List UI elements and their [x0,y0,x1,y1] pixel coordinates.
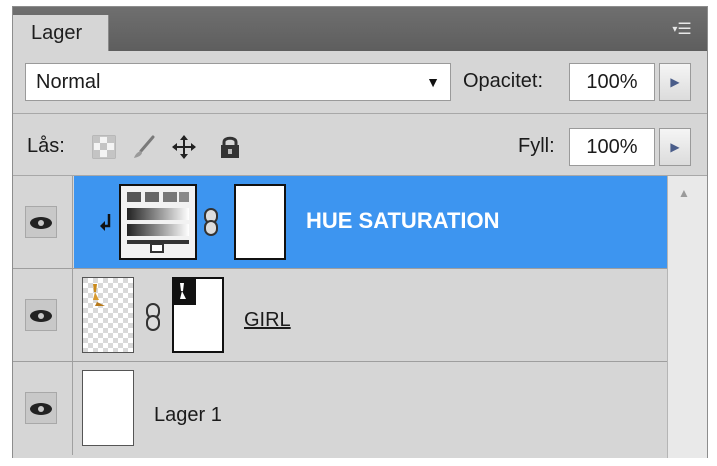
layer-row-hue-saturation[interactable]: HUE SATURATION [13,176,667,269]
opacity-label: Opacitet: [463,70,544,92]
layer-content: GIRL [74,269,667,361]
layer-list: HUE SATURATION GIRL Lager 1 [13,176,667,458]
scroll-up-arrow-icon[interactable]: ▲ [678,186,690,200]
fill-label: Fyll: [518,135,555,157]
tab-lager[interactable]: Lager [13,15,109,51]
layer-content: Lager 1 [74,362,667,455]
panel-menu-icon[interactable]: ▾☰ [667,19,697,41]
panel-tabbar: Lager ▾☰ [13,7,707,52]
layer-image-thumbnail [82,277,134,353]
fill-field[interactable]: 100% [569,128,655,166]
opacity-field[interactable]: 100% [569,63,655,101]
lock-transparency-icon[interactable] [91,134,117,160]
blend-mode-select[interactable]: Normal ▼ [25,63,451,101]
clipping-arrow-icon [100,214,111,231]
layer-list-scrollbar[interactable]: ▲ [667,176,707,458]
layer-image-thumbnail [82,370,134,446]
layer-mask-thumbnail[interactable] [234,184,286,260]
layer-row-lager-1[interactable]: Lager 1 [13,362,667,455]
lock-fill-row: Lås: Fyll: 100% ▶ [13,114,707,176]
link-chain-icon[interactable] [202,207,220,237]
visibility-cell [13,362,73,455]
lock-position-move-icon[interactable] [171,134,197,160]
fill-slider-button[interactable]: ▶ [659,128,691,166]
layers-panel: Lager ▾☰ Normal ▼ Opacitet: 100% ▶ Lås: [12,6,708,458]
visibility-cell [13,176,73,268]
adjustment-thumbnail-icon [119,184,197,260]
opacity-slider-button[interactable]: ▶ [659,63,691,101]
lock-all-padlock-icon[interactable] [217,134,243,160]
blend-mode-value: Normal [36,71,101,93]
visibility-cell [13,269,73,361]
link-chain-icon[interactable] [144,302,162,332]
layer-name[interactable]: GIRL [244,309,291,332]
layer-name[interactable]: Lager 1 [154,404,222,427]
layer-mask-thumbnail[interactable] [172,277,224,353]
lock-label: Lås: [27,135,65,157]
lock-pixels-brush-icon[interactable] [131,134,157,160]
layer-name[interactable]: HUE SATURATION [306,208,500,234]
layer-row-girl[interactable]: GIRL [13,269,667,362]
eye-icon[interactable] [25,206,57,238]
eye-icon[interactable] [25,299,57,331]
chevron-down-icon: ▼ [426,74,440,90]
layer-content: HUE SATURATION [74,176,667,268]
eye-icon[interactable] [25,392,57,424]
blend-opacity-row: Normal ▼ Opacitet: 100% ▶ [13,51,707,113]
